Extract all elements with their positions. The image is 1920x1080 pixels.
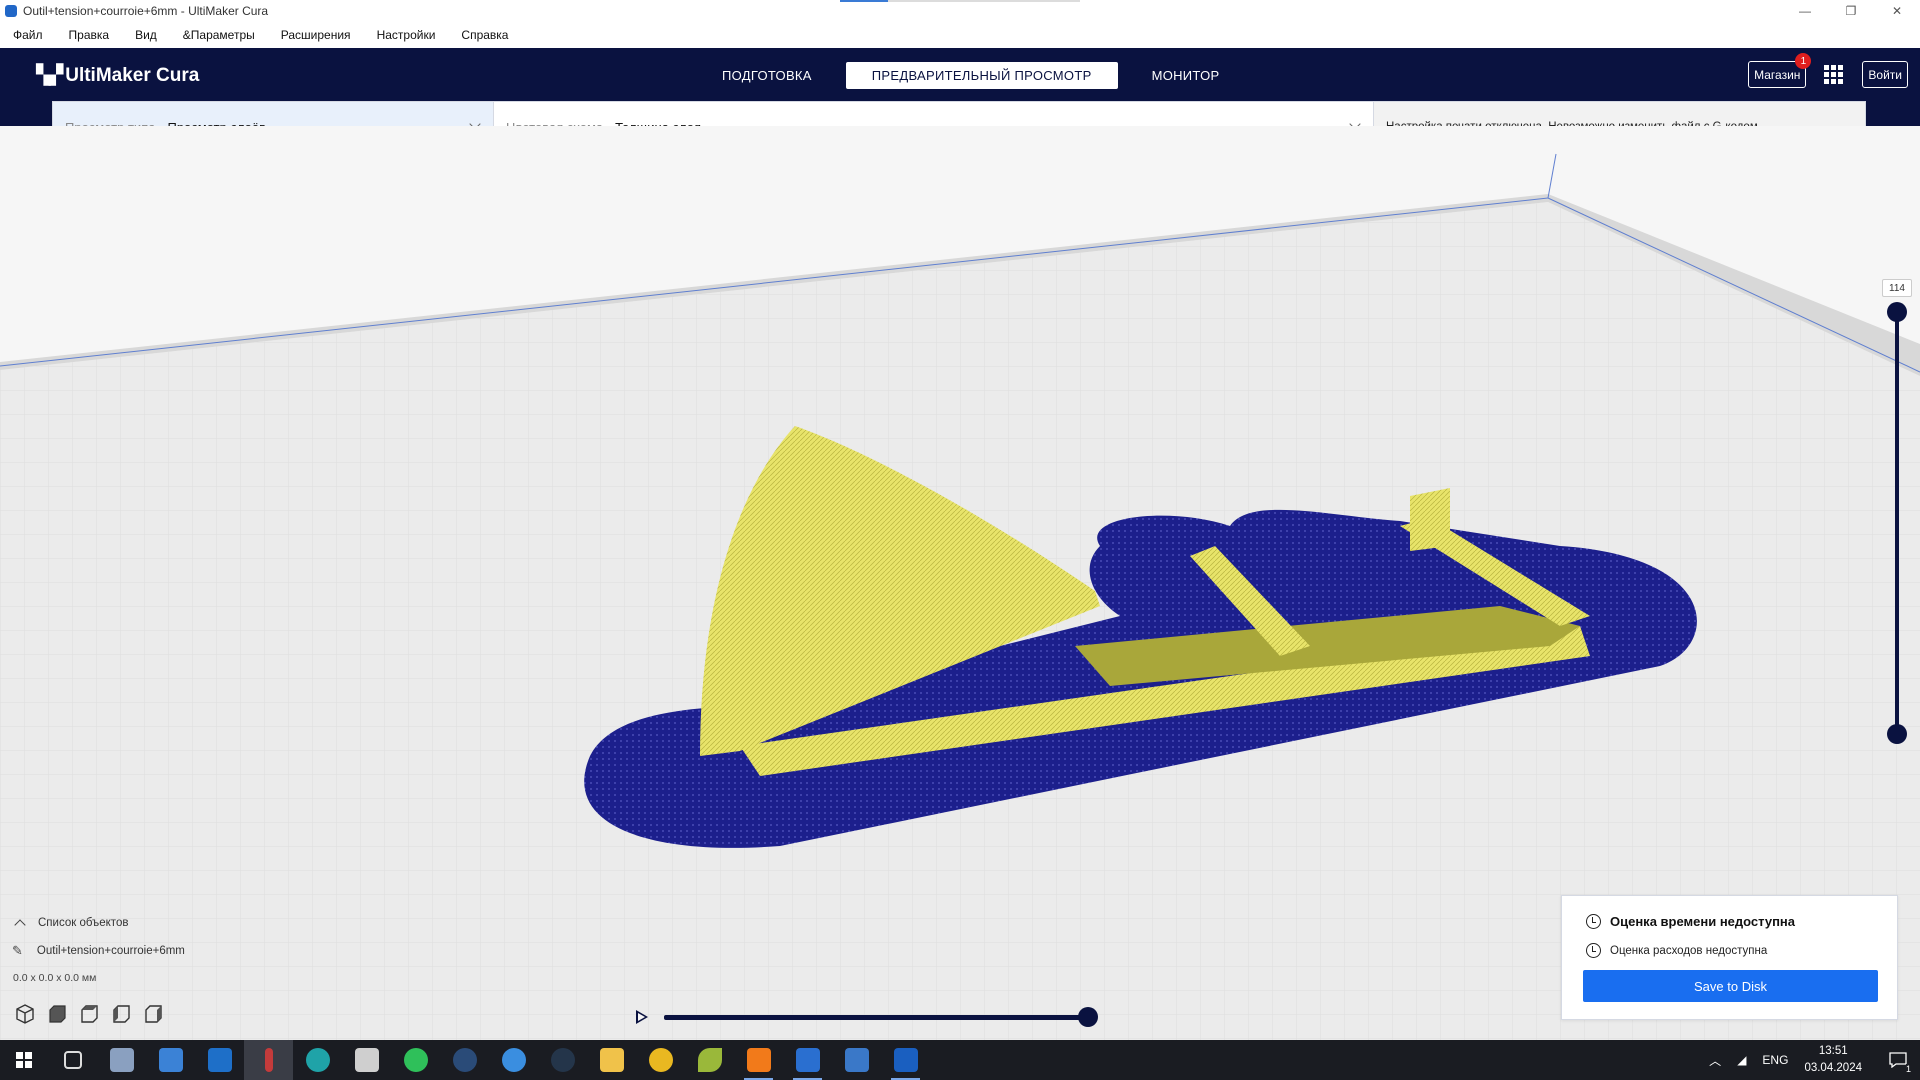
mail-icon[interactable]: [195, 1040, 244, 1080]
clock[interactable]: 13:51 03.04.2024: [1804, 1043, 1862, 1077]
sun-app-icon[interactable]: [636, 1040, 685, 1080]
tab-preview[interactable]: ПРЕДВАРИТЕЛЬНЫЙ ПРОСМОТР: [845, 62, 1118, 89]
window-title: Outil+tension+courroie+6mm - UltiMaker C…: [23, 4, 269, 18]
app-red-icon[interactable]: [244, 1040, 293, 1080]
object-dimensions: 0.0 x 0.0 x 0.0 мм: [13, 972, 97, 984]
cura-icon[interactable]: [783, 1040, 832, 1080]
apps-grid-icon[interactable]: [1824, 64, 1844, 85]
stage-tabs: ПОДГОТОВКА ПРЕДВАРИТЕЛЬНЫЙ ПРОСМОТР МОНИ…: [698, 62, 1243, 89]
leaf-app-icon[interactable]: [685, 1040, 734, 1080]
print-action-panel: Оценка времени недоступна Оценка расходо…: [1561, 895, 1898, 1020]
tray-chevron-up-icon[interactable]: ︿: [1709, 1052, 1721, 1069]
play-icon[interactable]: [636, 1010, 648, 1024]
layer-slider-bottom-handle[interactable]: [1887, 724, 1907, 744]
menu-file[interactable]: Файл: [4, 28, 52, 42]
windows-taskbar: ︿ ◢ ENG 13:51 03.04.2024 1: [0, 1040, 1920, 1080]
object-list-toggle[interactable]: Список объектов: [12, 913, 185, 933]
language-indicator[interactable]: ENG: [1762, 1053, 1788, 1067]
cost-icon: [1586, 943, 1601, 958]
title-bar: Outil+tension+courroie+6mm - UltiMaker C…: [0, 0, 1920, 22]
clock-icon: [1586, 914, 1601, 929]
menu-preferences[interactable]: Настройки: [368, 28, 445, 42]
view-left-icon[interactable]: [110, 1003, 132, 1025]
layer-number[interactable]: 114: [1882, 279, 1912, 297]
cura-running-icon[interactable]: [881, 1040, 930, 1080]
calculator-icon[interactable]: [342, 1040, 391, 1080]
menu-edit[interactable]: Правка: [60, 28, 119, 42]
view-top-icon[interactable]: [78, 1003, 100, 1025]
marketplace-button[interactable]: Магазин 1: [1748, 53, 1812, 88]
fusion-icon[interactable]: [734, 1040, 783, 1080]
object-name: Outil+tension+courroie+6mm: [36, 945, 185, 957]
notification-icon[interactable]: 1: [1876, 1040, 1920, 1080]
tab-monitor[interactable]: МОНИТОР: [1128, 62, 1244, 89]
system-tray: ︿ ◢ ENG 13:51 03.04.2024 1: [1709, 1040, 1920, 1080]
cost-estimate: Оценка расходов недоступна: [1610, 944, 1768, 957]
menu-extensions[interactable]: Расширения: [272, 28, 360, 42]
view-right-icon[interactable]: [142, 1003, 164, 1025]
store-icon[interactable]: [146, 1040, 195, 1080]
simulation-slider-handle[interactable]: [1078, 1007, 1098, 1027]
notification-count: 1: [1905, 1064, 1911, 1074]
cura-app-icon: [5, 5, 17, 17]
time-estimate: Оценка времени недоступна: [1610, 914, 1796, 929]
minimize-button[interactable]: —: [1782, 0, 1828, 22]
view-3d-icon[interactable]: [14, 1003, 36, 1025]
edge-icon[interactable]: [293, 1040, 342, 1080]
clock-time: 13:51: [1818, 1045, 1848, 1057]
object-list-header: Список объектов: [38, 917, 129, 929]
menu-view[interactable]: Вид: [126, 28, 166, 42]
marketplace-badge: 1: [1795, 53, 1812, 69]
task-view-icon[interactable]: [48, 1040, 97, 1080]
camera-view-buttons: [14, 1003, 174, 1025]
file-explorer-icon[interactable]: [587, 1040, 636, 1080]
layer-slider-track[interactable]: [1895, 312, 1899, 734]
restore-button[interactable]: ❐: [1828, 0, 1874, 22]
signin-button[interactable]: Войти: [1862, 61, 1908, 88]
menu-bar: Файл Правка Вид &Параметры Расширения На…: [0, 22, 1920, 48]
title-progress: [840, 0, 1080, 2]
tab-prepare[interactable]: ПОДГОТОВКА: [698, 62, 836, 89]
layer-slider-top-handle[interactable]: [1887, 302, 1907, 322]
thunderbird-icon[interactable]: [489, 1040, 538, 1080]
save-to-disk-button[interactable]: Save to Disk: [1583, 970, 1878, 1002]
chevron-up-icon: [14, 919, 26, 931]
pencil-icon: ✎: [12, 943, 23, 958]
simulation-slider-track[interactable]: [664, 1015, 1088, 1020]
list-item[interactable]: ✎ Outil+tension+courroie+6mm: [12, 941, 185, 961]
object-list: Список объектов ✎ Outil+tension+courroie…: [12, 913, 185, 961]
windows-logo-icon: [16, 1052, 32, 1068]
wifi-icon[interactable]: ◢: [1737, 1053, 1746, 1067]
explorer-app-icon[interactable]: [97, 1040, 146, 1080]
start-button[interactable]: [0, 1040, 48, 1080]
clock-date: 03.04.2024: [1804, 1062, 1862, 1074]
menu-settings-params[interactable]: &Параметры: [174, 28, 264, 42]
logo-text: UltiMaker Cura: [65, 64, 200, 86]
steam-icon[interactable]: [440, 1040, 489, 1080]
whatsapp-icon[interactable]: [391, 1040, 440, 1080]
ultimaker-logo-icon: ▚▞: [36, 65, 63, 86]
app-dark-icon[interactable]: [538, 1040, 587, 1080]
menu-help[interactable]: Справка: [452, 28, 517, 42]
marketplace-label: Магазин: [1754, 67, 1801, 82]
close-button[interactable]: ✕: [1874, 0, 1920, 22]
7zip-icon[interactable]: [832, 1040, 881, 1080]
ultimaker-logo: ▚▞ UltiMaker Cura: [36, 64, 199, 87]
view-front-icon[interactable]: [46, 1003, 68, 1025]
